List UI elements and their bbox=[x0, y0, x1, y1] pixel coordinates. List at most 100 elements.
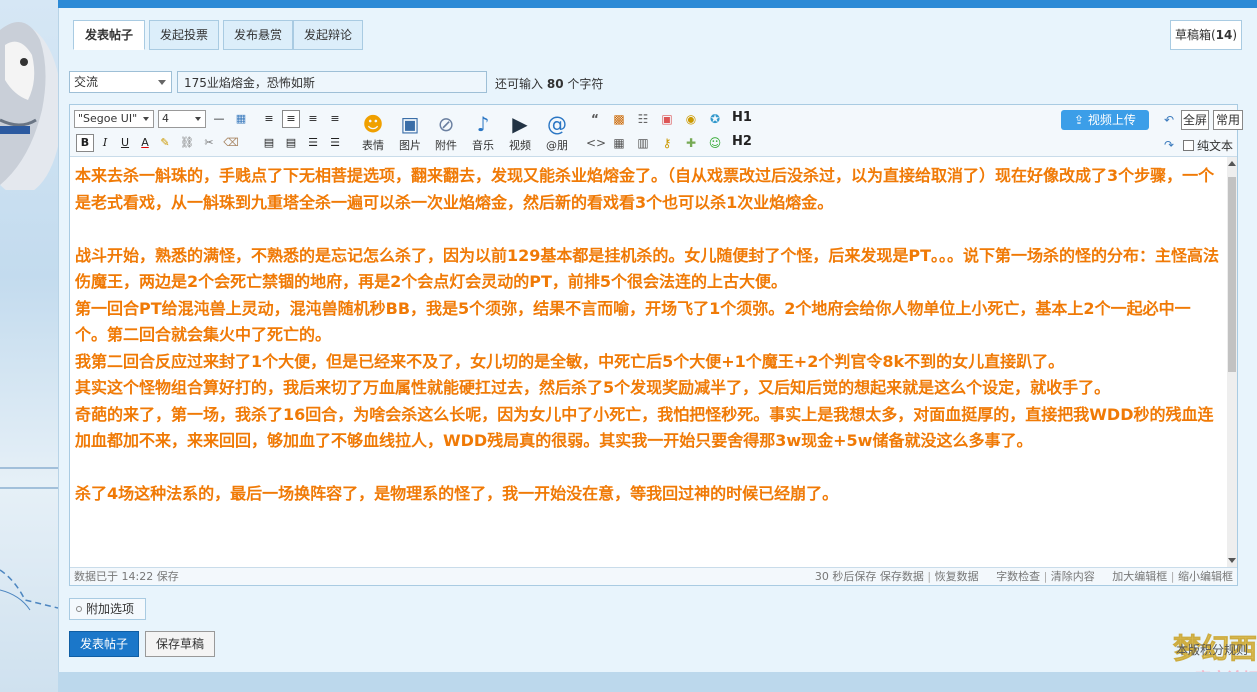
music-note-icon: ♪ bbox=[476, 112, 490, 136]
link-icon[interactable]: ⛓ bbox=[178, 134, 196, 152]
category-select[interactable]: 交流 bbox=[69, 71, 172, 93]
extra-options-button[interactable]: 附加选项 bbox=[69, 598, 146, 620]
video-button[interactable]: ▶ 视频 bbox=[502, 111, 538, 153]
drafts-count: 14 bbox=[1215, 28, 1233, 42]
attachment-button[interactable]: ⊘ 附件 bbox=[428, 111, 464, 153]
puzzle-icon[interactable]: ✚ bbox=[682, 134, 700, 152]
align-center-icon[interactable]: ≡ bbox=[304, 110, 322, 128]
float-right-icon[interactable]: ▤ bbox=[282, 134, 300, 152]
fullscreen-button[interactable]: 全屏 bbox=[1181, 110, 1209, 130]
remaining-char-count: 80 bbox=[546, 77, 564, 91]
scroll-thumb[interactable] bbox=[1228, 177, 1236, 372]
video-upload-button[interactable]: ⇪ 视频上传 bbox=[1061, 110, 1149, 130]
left-background bbox=[0, 0, 58, 692]
italic-icon[interactable]: I bbox=[96, 134, 114, 152]
table-icon[interactable]: ▦ bbox=[232, 110, 250, 128]
background-icon[interactable]: ◉ bbox=[682, 110, 700, 128]
align-justify-icon[interactable]: ≡ bbox=[282, 110, 300, 128]
content-paragraph: 我第二回合反应过来封了1个大便，但是已经来不及了，女儿切的是全敏，中死亡后5个大… bbox=[75, 351, 1065, 371]
post-editor-panel: 发表帖子 发起投票 发布悬赏 发起辩论 草稿箱(14) 交流 还可输入 80 个… bbox=[58, 8, 1257, 692]
scroll-down-icon[interactable] bbox=[1228, 558, 1236, 563]
smiley-icon: ☻ bbox=[362, 112, 384, 136]
align-right-icon[interactable]: ≡ bbox=[326, 110, 344, 128]
bulleted-list-icon[interactable]: ☰ bbox=[326, 134, 344, 152]
emoji-button[interactable]: ☻ 表情 bbox=[355, 111, 391, 153]
char-count-hint: 还可输入 80 个字符 bbox=[495, 77, 604, 91]
editor-scrollbar[interactable] bbox=[1227, 157, 1237, 567]
tab-post[interactable]: 发表帖子 bbox=[73, 20, 145, 50]
quote-icon[interactable]: “ bbox=[586, 110, 604, 128]
mention-button[interactable]: @ @朋 bbox=[539, 111, 575, 153]
content-paragraph: 第一回合PT给混沌兽上灵动，混沌兽随机秒BB，我是5个须弥，结果不言而喻，开场飞… bbox=[75, 298, 1191, 345]
horizontal-rule-icon[interactable]: — bbox=[210, 110, 228, 128]
editor-content[interactable]: 本来去杀一斛珠的，手贱点了下无相菩提选项，翻来翻去，发现又能杀业焰熔金了。（自从… bbox=[70, 157, 1227, 567]
heading-2-button[interactable]: H2 bbox=[732, 134, 752, 149]
hide-icon[interactable]: ▣ bbox=[658, 110, 676, 128]
bottom-strip bbox=[58, 672, 1257, 692]
editor-toolbar: "Segoe UI" 4 — ▦ B I U A ✎ ⛓ ✂ ⌫ ≡ ≡ ≡ ≡… bbox=[70, 105, 1243, 157]
at-sign-icon: @ bbox=[547, 112, 567, 136]
chevron-down-icon bbox=[195, 117, 201, 121]
tab-poll[interactable]: 发起投票 bbox=[149, 20, 219, 50]
paperclip-icon: ⊘ bbox=[437, 112, 455, 136]
redo-icon[interactable]: ↷ bbox=[1160, 136, 1178, 154]
font-size-select[interactable]: 4 bbox=[158, 110, 206, 128]
underline-icon[interactable]: U bbox=[116, 134, 134, 152]
upload-icon: ⇪ bbox=[1074, 113, 1088, 127]
submit-post-button[interactable]: 发表帖子 bbox=[69, 631, 139, 657]
image-icon: ▣ bbox=[400, 112, 420, 136]
chevron-down-icon bbox=[143, 117, 149, 121]
tab-debate[interactable]: 发起辩论 bbox=[293, 20, 363, 50]
music-button[interactable]: ♪ 音乐 bbox=[465, 111, 501, 153]
free-icon[interactable]: ▩ bbox=[610, 110, 628, 128]
background-color-icon[interactable]: ✎ bbox=[156, 134, 174, 152]
plain-text-toggle[interactable]: 纯文本 bbox=[1183, 137, 1233, 154]
status-actions: 30 秒后保存 保存数据 | 恢复数据 字数检查 | 清除内容 加大编辑框 | … bbox=[814, 570, 1233, 583]
content-paragraph: 奇葩的来了，第一场，我杀了16回合，为啥会杀这么长呢，因为女儿中了小死亡，我怕把… bbox=[75, 404, 1214, 451]
font-family-select[interactable]: "Segoe UI" bbox=[74, 110, 154, 128]
editor-statusbar: 数据已于 14:22 保存 30 秒后保存 保存数据 | 恢复数据 字数检查 |… bbox=[70, 567, 1237, 585]
subject-input[interactable] bbox=[177, 71, 487, 93]
enlarge-editor-link[interactable]: 加大编辑框 bbox=[1112, 570, 1167, 583]
undo-icon[interactable]: ↶ bbox=[1160, 111, 1178, 129]
heading-1-button[interactable]: H1 bbox=[732, 110, 752, 125]
password-icon[interactable]: ☷ bbox=[634, 110, 652, 128]
scroll-up-icon[interactable] bbox=[1228, 161, 1236, 166]
unlink-icon[interactable]: ✂ bbox=[200, 134, 218, 152]
saved-status: 数据已于 14:22 保存 bbox=[74, 570, 179, 583]
spoiler-icon[interactable]: ▦ bbox=[610, 134, 628, 152]
word-check-link[interactable]: 字数检查 bbox=[996, 570, 1040, 583]
clear-format-icon[interactable]: ⌫ bbox=[222, 134, 240, 152]
tab-reward[interactable]: 发布悬赏 bbox=[223, 20, 293, 50]
chevron-down-icon bbox=[158, 80, 166, 85]
rules-link[interactable]: 本版积分规则 bbox=[1176, 641, 1248, 658]
flash-icon[interactable]: ✪ bbox=[706, 110, 724, 128]
character-icon[interactable]: ☺ bbox=[706, 134, 724, 152]
page-icon[interactable]: ▥ bbox=[634, 134, 652, 152]
clear-content-link[interactable]: 清除内容 bbox=[1051, 570, 1095, 583]
image-button[interactable]: ▣ 图片 bbox=[392, 111, 428, 153]
plain-text-checkbox[interactable] bbox=[1183, 140, 1194, 151]
content-paragraph: 其实这个怪物组合算好打的，我后来切了万血属性就能硬扛过去，然后杀了5个发现奖励减… bbox=[75, 378, 1111, 397]
content-paragraph: 杀了4场这种法系的，最后一场换阵容了，是物理系的怪了，我一开始没在意，等我回过神… bbox=[75, 484, 839, 503]
common-button[interactable]: 常用 bbox=[1213, 110, 1243, 130]
restore-data-link[interactable]: 恢复数据 bbox=[935, 570, 979, 583]
bold-icon[interactable]: B bbox=[76, 134, 94, 152]
align-left-icon[interactable]: ≡ bbox=[260, 110, 278, 128]
content-paragraph: 战斗开始，熟悉的满怪，不熟悉的是忘记怎么杀了，因为以前129基本都是挂机杀的。女… bbox=[75, 245, 1220, 292]
top-strip bbox=[58, 0, 1257, 8]
float-left-icon[interactable]: ▤ bbox=[260, 134, 278, 152]
decorative-lines bbox=[0, 467, 58, 611]
save-draft-button[interactable]: 保存草稿 bbox=[145, 631, 215, 657]
font-color-icon[interactable]: A bbox=[136, 134, 154, 152]
category-value: 交流 bbox=[74, 75, 99, 89]
drafts-button[interactable]: 草稿箱(14) bbox=[1170, 20, 1242, 50]
ordered-list-icon[interactable]: ☰ bbox=[304, 134, 322, 152]
rich-text-editor: "Segoe UI" 4 — ▦ B I U A ✎ ⛓ ✂ ⌫ ≡ ≡ ≡ ≡… bbox=[69, 104, 1243, 586]
drafts-label: 草稿箱 bbox=[1174, 28, 1211, 42]
shrink-editor-link[interactable]: 缩小编辑框 bbox=[1178, 570, 1233, 583]
key-icon[interactable]: ⚷ bbox=[658, 134, 676, 152]
code-icon[interactable]: <> bbox=[586, 134, 606, 152]
save-data-link[interactable]: 保存数据 bbox=[880, 570, 924, 583]
film-icon: ▶ bbox=[512, 112, 528, 136]
